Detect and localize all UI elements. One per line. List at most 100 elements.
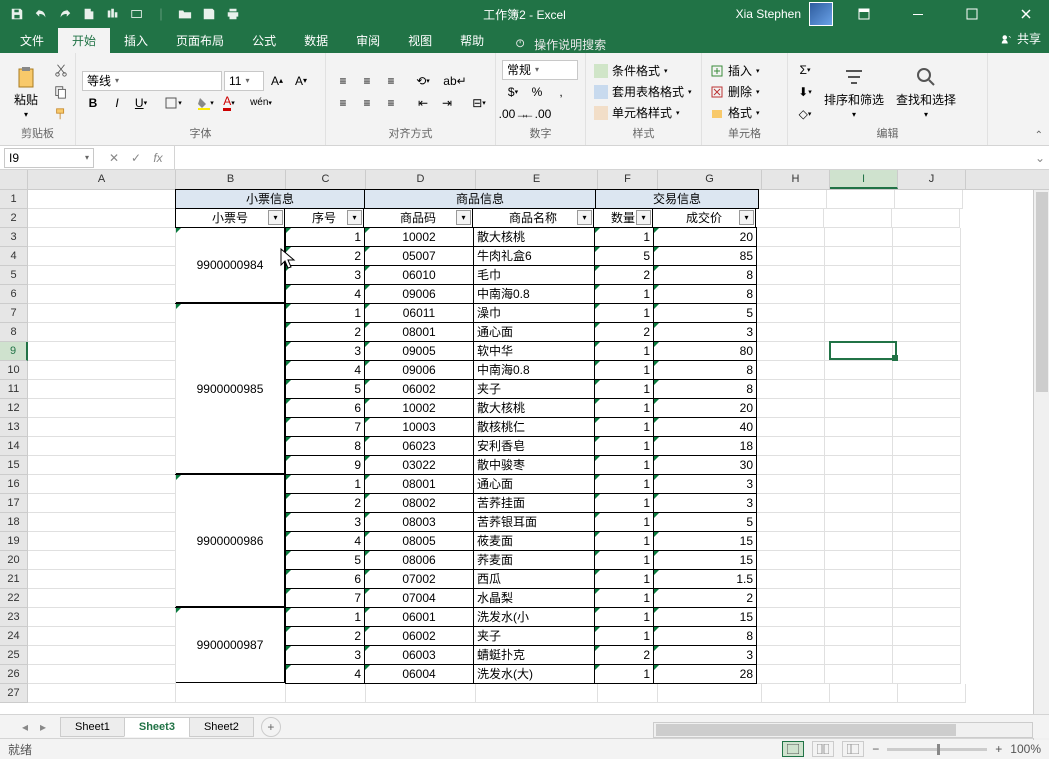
clear-icon[interactable]: ◇▾ xyxy=(794,104,816,124)
close-icon[interactable] xyxy=(1003,0,1049,28)
name-box[interactable]: I9▾ xyxy=(4,148,94,168)
avatar[interactable] xyxy=(809,2,833,26)
cell[interactable]: 1 xyxy=(594,569,654,589)
ribbon-tab-公式[interactable]: 公式 xyxy=(238,28,290,53)
cell[interactable]: 中南海0.8 xyxy=(473,360,595,380)
row-header[interactable]: 16 xyxy=(0,475,28,494)
cell[interactable] xyxy=(825,418,893,437)
cell[interactable]: 1 xyxy=(594,550,654,570)
cell[interactable] xyxy=(28,646,176,665)
tab-nav-next-icon[interactable]: ▸ xyxy=(34,720,52,734)
cell[interactable]: 20 xyxy=(653,398,757,418)
format-table-button[interactable]: 套用表格格式▾ xyxy=(592,82,694,101)
font-color-button[interactable]: A▾ xyxy=(218,93,240,113)
cell[interactable]: 澡巾 xyxy=(473,303,595,323)
cell[interactable] xyxy=(825,494,893,513)
border-button[interactable]: ▾ xyxy=(162,93,184,113)
cell[interactable] xyxy=(757,266,825,285)
insert-cells-button[interactable]: 插入▾ xyxy=(708,61,762,80)
cell[interactable] xyxy=(756,209,824,228)
align-center-icon[interactable]: ≡ xyxy=(356,93,378,113)
cell[interactable]: 水晶梨 xyxy=(473,588,595,608)
ribbon-tab-插入[interactable]: 插入 xyxy=(110,28,162,53)
cell[interactable] xyxy=(28,665,176,684)
qat-icon[interactable] xyxy=(102,3,124,25)
cell[interactable]: 苦荞银耳面 xyxy=(473,512,595,532)
cell[interactable]: 数量▾ xyxy=(593,208,653,228)
cell[interactable]: 2 xyxy=(594,265,654,285)
cell[interactable] xyxy=(893,551,961,570)
cell[interactable]: 3 xyxy=(285,265,365,285)
filter-button[interactable]: ▾ xyxy=(739,210,754,225)
cell[interactable]: 80 xyxy=(653,341,757,361)
cell[interactable] xyxy=(825,380,893,399)
col-header[interactable]: E xyxy=(476,170,598,189)
cell[interactable]: 1 xyxy=(594,512,654,532)
cell[interactable]: 8 xyxy=(653,379,757,399)
align-right-icon[interactable]: ≡ xyxy=(380,93,402,113)
format-painter-icon[interactable] xyxy=(50,104,72,124)
fx-icon[interactable]: fx xyxy=(148,151,168,165)
cell[interactable] xyxy=(28,247,176,266)
cell[interactable] xyxy=(28,190,176,209)
cell[interactable]: 1 xyxy=(594,607,654,627)
cell[interactable] xyxy=(893,475,961,494)
row-header[interactable]: 15 xyxy=(0,456,28,475)
cell[interactable]: 2 xyxy=(285,322,365,342)
cell[interactable] xyxy=(825,456,893,475)
cell[interactable]: 软中华 xyxy=(473,341,595,361)
cell[interactable] xyxy=(825,304,893,323)
cell[interactable]: 05007 xyxy=(364,246,474,266)
cell[interactable]: 洗发水(小 xyxy=(473,607,595,627)
filter-button[interactable]: ▾ xyxy=(577,210,592,225)
cell[interactable]: 1 xyxy=(285,607,365,627)
wrap-text-icon[interactable]: ab↵ xyxy=(444,71,466,91)
cell[interactable]: 1 xyxy=(594,493,654,513)
cell[interactable]: 1 xyxy=(594,379,654,399)
align-left-icon[interactable]: ≡ xyxy=(332,93,354,113)
cell[interactable]: 08001 xyxy=(364,474,474,494)
cell[interactable]: 莜麦面 xyxy=(473,531,595,551)
row-header[interactable]: 27 xyxy=(0,684,28,703)
ribbon-tab-数据[interactable]: 数据 xyxy=(290,28,342,53)
cell[interactable]: 3 xyxy=(653,322,757,342)
cell[interactable] xyxy=(28,342,176,361)
row-header[interactable]: 17 xyxy=(0,494,28,513)
redo-icon[interactable] xyxy=(54,3,76,25)
cell[interactable] xyxy=(893,228,961,247)
share-button[interactable]: 共享 xyxy=(1001,30,1041,47)
cell[interactable]: 1 xyxy=(594,455,654,475)
tell-me-search[interactable]: 操作说明搜索 xyxy=(514,36,606,53)
col-header[interactable]: C xyxy=(286,170,366,189)
row-header[interactable]: 12 xyxy=(0,399,28,418)
cell[interactable]: 2 xyxy=(285,493,365,513)
cell[interactable] xyxy=(757,361,825,380)
col-header[interactable]: H xyxy=(762,170,830,189)
sheet-tab[interactable]: Sheet2 xyxy=(189,717,254,737)
autosum-icon[interactable]: Σ▾ xyxy=(794,60,816,80)
print-icon[interactable] xyxy=(222,3,244,25)
cell[interactable]: 06004 xyxy=(364,664,474,684)
cell[interactable]: 5 xyxy=(594,246,654,266)
ribbon-tab-页面布局[interactable]: 页面布局 xyxy=(162,28,238,53)
cell[interactable]: 4 xyxy=(285,360,365,380)
font-size-combo[interactable]: 11▾ xyxy=(224,71,264,91)
cell[interactable] xyxy=(28,589,176,608)
cell[interactable] xyxy=(28,323,176,342)
cell[interactable] xyxy=(28,228,176,247)
cell[interactable] xyxy=(825,399,893,418)
fill-icon[interactable]: ⬇▾ xyxy=(794,82,816,102)
filter-button[interactable]: ▾ xyxy=(456,210,471,225)
cell[interactable] xyxy=(176,684,286,703)
align-top-icon[interactable]: ≡ xyxy=(332,71,354,91)
col-header[interactable]: D xyxy=(366,170,476,189)
cell[interactable] xyxy=(28,380,176,399)
increase-decimal-icon[interactable]: .00→ xyxy=(502,104,524,124)
cell[interactable]: 1 xyxy=(594,360,654,380)
cell[interactable]: 18 xyxy=(653,436,757,456)
cell[interactable] xyxy=(825,589,893,608)
cell[interactable]: 1 xyxy=(594,303,654,323)
ribbon-tab-开始[interactable]: 开始 xyxy=(58,28,110,53)
cell[interactable] xyxy=(893,456,961,475)
cell[interactable] xyxy=(28,532,176,551)
